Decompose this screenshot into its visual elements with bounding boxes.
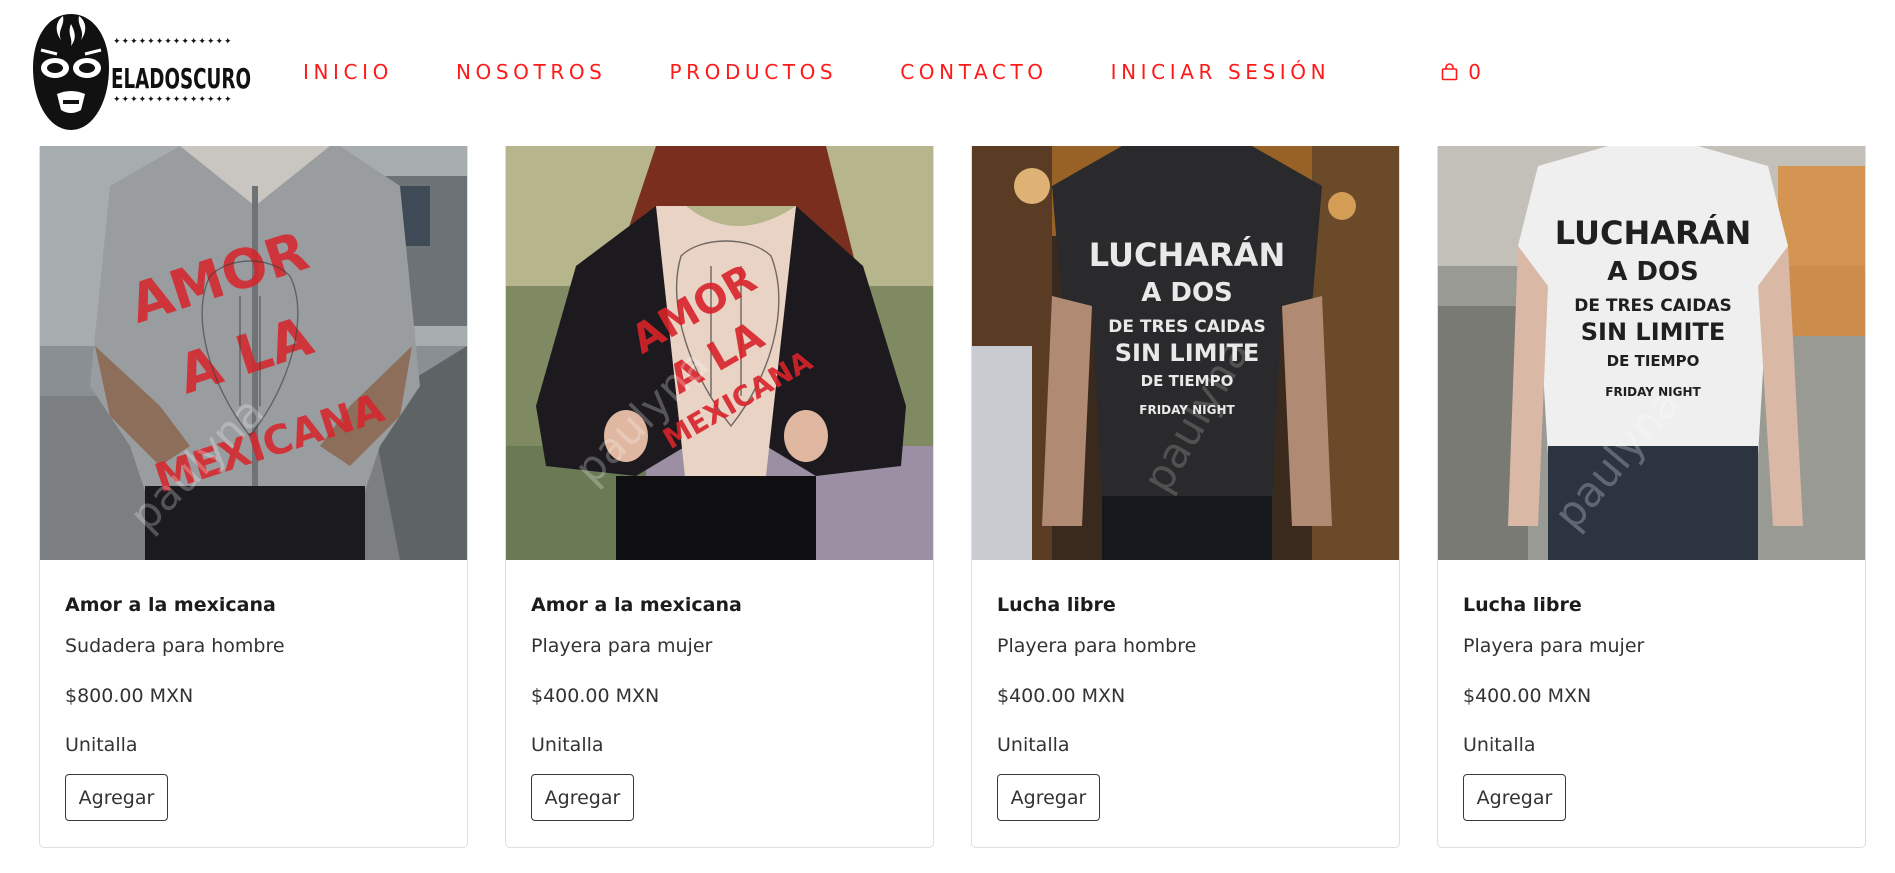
svg-text:✦✦✦✦✦✦✦✦✦✦✦✦✦✦: ✦✦✦✦✦✦✦✦✦✦✦✦✦✦ [113,37,233,47]
product-price: $400.00 MXN [997,685,1126,707]
product-size: Unitalla [65,734,138,756]
product-size: Unitalla [531,734,604,756]
svg-text:LUCHARÁN: LUCHARÁN [1555,214,1751,252]
add-to-cart-button[interactable]: Agregar [531,774,634,821]
add-to-cart-button[interactable]: Agregar [1463,774,1566,821]
product-price: $800.00 MXN [65,685,194,707]
product-size: Unitalla [1463,734,1536,756]
product-price: $400.00 MXN [1463,685,1592,707]
product-card: LUCHARÁN A DOS DE TRES CAIDAS SIN LIMITE… [1437,146,1866,848]
product-image[interactable]: AMOR A LA MEXICANA paulyna [40,146,467,560]
svg-text:A DOS: A DOS [1607,257,1699,287]
nav-productos[interactable]: PRODUCTOS [669,60,837,84]
product-card: AMOR A LA MEXICANA paulyna Amor a la mex… [505,146,934,848]
product-card: LUCHARÁN A DOS DE TRES CAIDAS SIN LIMITE… [971,146,1400,848]
site-header: ✦✦✦✦✦✦✦✦✦✦✦✦✦✦ ✦✦✦✦✦✦✦✦✦✦✦✦✦✦ ELADOSCURO… [0,0,1895,146]
nav-inicio[interactable]: INICIO [303,60,393,84]
product-title: Amor a la mexicana [65,594,276,616]
svg-text:DE TRES CAIDAS: DE TRES CAIDAS [1574,296,1732,316]
shopping-bag-icon [1441,63,1458,81]
product-price: $400.00 MXN [531,685,660,707]
nav-contacto[interactable]: CONTACTO [900,60,1047,84]
product-subtitle: Playera para mujer [1463,635,1645,657]
product-image[interactable]: LUCHARÁN A DOS DE TRES CAIDAS SIN LIMITE… [972,146,1399,560]
product-subtitle: Playera para mujer [531,635,713,657]
brand-logo[interactable]: ✦✦✦✦✦✦✦✦✦✦✦✦✦✦ ✦✦✦✦✦✦✦✦✦✦✦✦✦✦ ELADOSCURO [27,10,255,134]
add-to-cart-button[interactable]: Agregar [65,774,168,821]
svg-text:LUCHARÁN: LUCHARÁN [1089,236,1285,274]
product-image[interactable]: AMOR A LA MEXICANA paulyna [506,146,933,560]
svg-text:✦✦✦✦✦✦✦✦✦✦✦✦✦✦: ✦✦✦✦✦✦✦✦✦✦✦✦✦✦ [113,95,233,105]
svg-text:A DOS: A DOS [1141,278,1233,308]
product-title: Lucha libre [1463,594,1582,616]
nav-iniciar-sesion[interactable]: INICIAR SESIÓN [1111,60,1331,84]
logo-wordmark: ELADOSCURO [111,62,251,95]
product-image[interactable]: LUCHARÁN A DOS DE TRES CAIDAS SIN LIMITE… [1438,146,1865,560]
product-title: Amor a la mexicana [531,594,742,616]
svg-text:DE TRES CAIDAS: DE TRES CAIDAS [1108,317,1266,337]
product-title: Lucha libre [997,594,1116,616]
product-subtitle: Sudadera para hombre [65,635,285,657]
svg-text:SIN LIMITE: SIN LIMITE [1581,318,1725,346]
cart-count: 0 [1468,60,1483,84]
lucha-mask-icon [33,14,109,130]
add-to-cart-button[interactable]: Agregar [997,774,1100,821]
product-subtitle: Playera para hombre [997,635,1197,657]
product-grid: AMOR A LA MEXICANA paulyna Amor a la mex… [39,146,1869,873]
cart-button[interactable]: 0 [1441,60,1483,84]
product-size: Unitalla [997,734,1070,756]
svg-text:DE TIEMPO: DE TIEMPO [1607,352,1700,370]
product-card: AMOR A LA MEXICANA paulyna Amor a la mex… [39,146,468,848]
nav-nosotros[interactable]: NOSOTROS [456,60,607,84]
main-nav: INICIO NOSOTROS PRODUCTOS CONTACTO INICI… [303,50,1483,94]
